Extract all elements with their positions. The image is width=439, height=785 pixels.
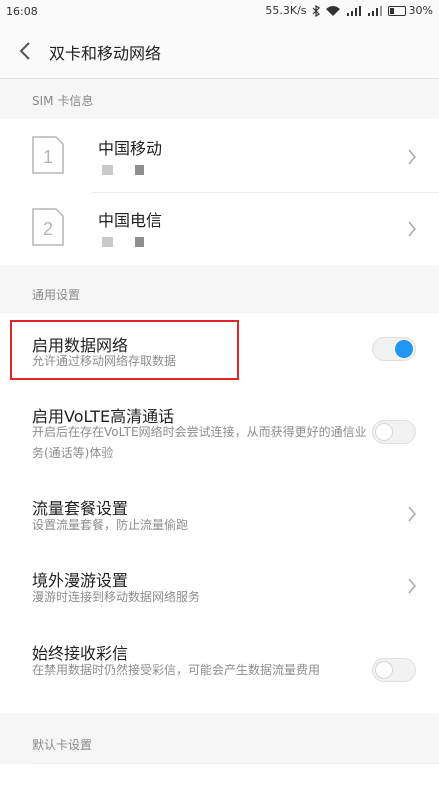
network-speed: 55.3K/s — [265, 4, 307, 17]
battery-percent: 30% — [408, 4, 433, 17]
back-arrow-icon[interactable] — [16, 40, 36, 62]
sim-section-header: SIM 卡信息 — [0, 79, 439, 119]
mms-toggle[interactable] — [372, 658, 416, 682]
setting-volte[interactable]: 启用VoLTE高清通话 开启后在存在VoLTE网络时会尝试连接，从而获得更好的通… — [0, 387, 439, 475]
chevron-right-icon — [408, 506, 416, 522]
sim-card-icon: 1 — [32, 136, 64, 174]
status-time: 16:08 — [6, 5, 38, 18]
chevron-right-icon — [408, 149, 416, 165]
wifi-icon — [325, 5, 340, 16]
setting-description: 开启后在存在VoLTE网络时会尝试连接，从而获得更好的通信业务(通话等)体验 — [32, 425, 367, 460]
sim-1-number-blurred — [102, 165, 144, 175]
setting-description: 在禁用数据时仍然接受彩信，可能会产生数据流量费用 — [32, 663, 321, 677]
sim-2-number-blurred — [102, 237, 144, 247]
title-bar: 双卡和移动网络 — [0, 24, 439, 79]
chevron-right-icon — [408, 221, 416, 237]
battery-icon — [387, 5, 406, 16]
setting-always-mms[interactable]: 始终接收彩信 在禁用数据时仍然接受彩信，可能会产生数据流量费用 — [0, 624, 439, 713]
page-title: 双卡和移动网络 — [49, 44, 162, 63]
sim-card-icon: 2 — [32, 208, 64, 246]
setting-description: 漫游时连接到移动数据网络服务 — [32, 590, 201, 604]
default-card-section-header: 默认卡设置 — [0, 723, 439, 763]
bluetooth-icon — [312, 4, 320, 17]
default-card-section-label: 默认卡设置 — [32, 738, 93, 752]
sim-1-carrier: 中国移动 — [98, 139, 163, 158]
status-bar: 16:08 55.3K/s 30% — [0, 0, 439, 24]
sim-list: 1 中国移动 2 中国电信 — [0, 119, 439, 265]
signal-4g-icon — [367, 5, 382, 16]
setting-data-plan[interactable]: 流量套餐设置 设置流量套餐，防止流量偷跑 — [0, 480, 439, 552]
general-section-label: 通用设置 — [32, 288, 81, 302]
sim-card-1[interactable]: 1 中国移动 — [0, 121, 439, 191]
volte-toggle[interactable] — [372, 420, 416, 444]
setting-roaming[interactable]: 境外漫游设置 漫游时连接到移动数据网络服务 — [0, 552, 439, 624]
sim-section-label: SIM 卡信息 — [32, 94, 94, 108]
highlight-box — [10, 320, 239, 380]
data-network-toggle[interactable] — [372, 337, 416, 361]
chevron-right-icon — [408, 578, 416, 594]
default-card-list — [0, 764, 439, 785]
svg-text:2: 2 — [43, 219, 53, 239]
general-section-header: 通用设置 — [0, 273, 439, 313]
sim-card-2[interactable]: 2 中国电信 — [0, 193, 439, 263]
svg-text:1: 1 — [43, 147, 53, 167]
signal-icon — [346, 5, 361, 16]
sim-2-carrier: 中国电信 — [98, 211, 163, 230]
setting-description: 设置流量套餐，防止流量偷跑 — [32, 518, 189, 532]
battery-indicator: 30% — [387, 4, 433, 17]
